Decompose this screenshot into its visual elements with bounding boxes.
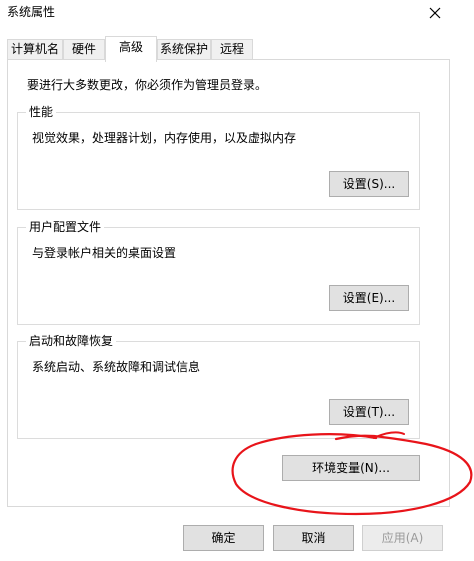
system-properties-dialog: 系统属性 计算机名 硬件 高级 系统保护 远程 要进行大多数更改，你必须作为管理… — [0, 0, 474, 561]
tab-computer-name[interactable]: 计算机名 — [7, 39, 63, 59]
performance-settings-button[interactable]: 设置(S)... — [329, 171, 409, 197]
startup-recovery-group: 启动和故障恢复 系统启动、系统故障和调试信息 设置(T)... — [17, 333, 420, 439]
tab-advanced[interactable]: 高级 — [105, 36, 157, 62]
close-button[interactable] — [418, 0, 452, 26]
startup-recovery-title: 启动和故障恢复 — [26, 333, 117, 349]
performance-group: 性能 视觉效果，处理器计划，内存使用，以及虚拟内存 设置(S)... — [17, 104, 420, 210]
environment-variables-button[interactable]: 环境变量(N)... — [282, 455, 420, 481]
startup-recovery-description: 系统启动、系统故障和调试信息 — [32, 360, 201, 374]
cancel-button[interactable]: 取消 — [273, 525, 354, 551]
window-title: 系统属性 — [7, 5, 56, 19]
user-profiles-description: 与登录帐户相关的桌面设置 — [32, 246, 177, 260]
startup-recovery-settings-button[interactable]: 设置(T)... — [329, 399, 409, 425]
apply-button[interactable]: 应用(A) — [362, 525, 443, 551]
tab-remote[interactable]: 远程 — [211, 39, 253, 59]
close-icon — [429, 7, 441, 19]
user-profiles-settings-button[interactable]: 设置(E)... — [329, 285, 409, 311]
tab-hardware[interactable]: 硬件 — [63, 39, 105, 59]
tab-system-protection[interactable]: 系统保护 — [157, 39, 211, 59]
performance-description: 视觉效果，处理器计划，内存使用，以及虚拟内存 — [32, 131, 297, 145]
performance-title: 性能 — [26, 104, 57, 120]
user-profiles-group: 用户配置文件 与登录帐户相关的桌面设置 设置(E)... — [17, 219, 420, 325]
admin-note: 要进行大多数更改，你必须作为管理员登录。 — [27, 78, 268, 92]
ok-button[interactable]: 确定 — [183, 525, 264, 551]
user-profiles-title: 用户配置文件 — [26, 219, 105, 235]
